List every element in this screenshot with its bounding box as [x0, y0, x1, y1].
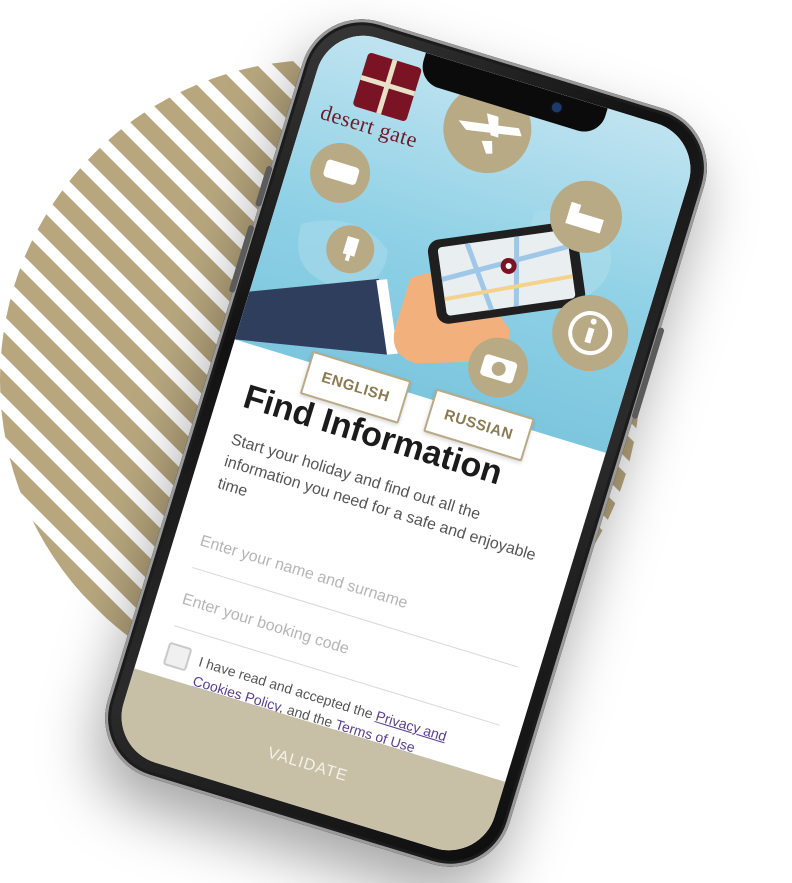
stripe: [780, 0, 792, 760]
stripe: [740, 0, 792, 760]
consent-checkbox[interactable]: [162, 641, 193, 672]
stripe: [700, 0, 792, 760]
front-camera: [550, 101, 563, 114]
